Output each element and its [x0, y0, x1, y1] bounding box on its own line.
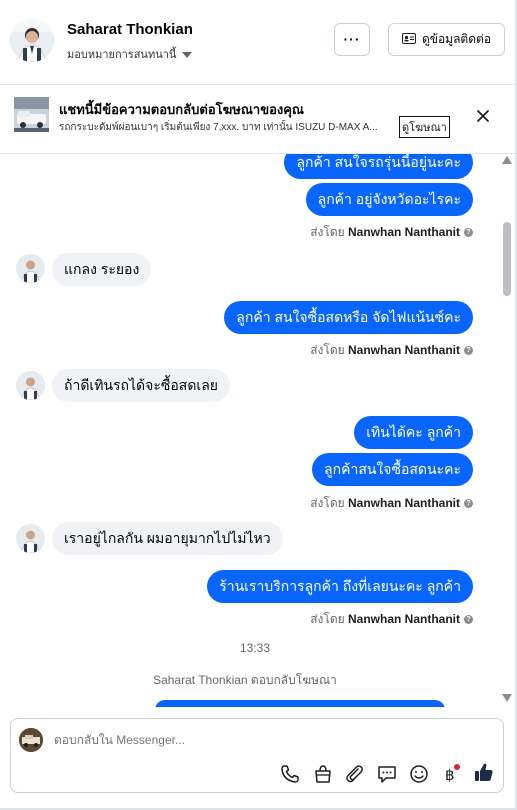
message-bubble[interactable]: ร้านเราบริการลูกค้า ถึงที่เลยนะคะ ลูกค้า	[207, 570, 473, 603]
sent-by-agent: Nanwhan Nanthanit	[347, 343, 460, 357]
scroll-up-arrow[interactable]	[502, 156, 512, 164]
sent-by-label: ส่งโดย Nanwhan Nanthanit?	[310, 610, 473, 629]
message-bubble[interactable]: ถ้าดีเทินรถได้จะซื้อสดเลย	[52, 369, 230, 402]
sent-by-prefix: ส่งโดย	[310, 612, 345, 626]
attachment-icon[interactable]	[343, 763, 365, 785]
sent-by-agent: Nanwhan Nanthanit	[347, 496, 460, 510]
chat-header: Saharat Thonkian มอบหมายการสนทนานี้ ··· …	[0, 0, 515, 85]
sent-by-prefix: ส่งโดย	[310, 496, 345, 510]
contact-avatar-small	[16, 524, 45, 553]
info-icon[interactable]: ?	[464, 346, 473, 356]
message-bubble-partial[interactable]	[155, 700, 445, 707]
sent-by-agent: Nanwhan Nanthanit	[347, 225, 460, 239]
ad-banner-title: แชทนี้มีข้อความตอบกลับต่อโฆษณาของคุณ	[59, 102, 304, 117]
message-thread[interactable]: ลูกค้า สนใจรถรุ่นนี้อยู่นะคะ ลูกค้า อยู่…	[0, 154, 500, 707]
view-ad-link[interactable]: ดูโฆษณา	[399, 116, 450, 138]
page-avatar	[19, 728, 43, 752]
reply-input[interactable]	[54, 733, 354, 747]
svg-text:฿: ฿	[445, 766, 455, 784]
contact-avatar[interactable]	[10, 18, 54, 62]
message-composer: ฿	[10, 718, 504, 793]
scrollbar-thumb[interactable]	[503, 222, 511, 296]
info-icon[interactable]: ?	[464, 228, 473, 238]
close-icon[interactable]	[474, 107, 492, 125]
message-bubble[interactable]: แกลง ระยอง	[52, 253, 152, 286]
more-options-button[interactable]: ···	[334, 23, 370, 56]
saved-replies-icon[interactable]	[376, 763, 398, 785]
view-contact-label: ดูข้อมูลติดต่อ	[421, 32, 492, 46]
view-contact-button[interactable]: ดูข้อมูลติดต่อ	[388, 23, 505, 56]
contact-card-icon	[401, 32, 416, 47]
message-bubble[interactable]: เราอยู่ไกลกัน ผมอายุมากไปไม่ไหว	[52, 522, 283, 555]
phone-icon[interactable]	[279, 763, 301, 785]
caret-down-icon	[182, 52, 193, 59]
chat-window: Saharat Thonkian มอบหมายการสนทนานี้ ··· …	[0, 0, 517, 810]
sent-by-prefix: ส่งโดย	[310, 225, 345, 239]
assign-label: มอบหมายการสนทนานี้	[67, 49, 177, 61]
sent-by-prefix: ส่งโดย	[310, 343, 345, 357]
message-bubble[interactable]: ลูกค้า สนใจรถรุ่นนี้อยู่นะคะ	[284, 154, 473, 179]
emoji-icon[interactable]	[408, 763, 430, 785]
contact-avatar-small	[16, 371, 45, 400]
scroll-down-arrow[interactable]	[502, 694, 512, 702]
payment-icon[interactable]: ฿	[439, 763, 461, 785]
sent-by-label: ส่งโดย Nanwhan Nanthanit?	[310, 341, 473, 360]
message-timestamp: 13:33	[239, 641, 271, 655]
contact-avatar-small	[16, 254, 45, 283]
sent-by-label: ส่งโดย Nanwhan Nanthanit?	[310, 494, 473, 513]
like-icon[interactable]	[472, 761, 494, 783]
message-bubble[interactable]: ลูกค้า อยู่จังหวัดอะไรคะ	[305, 183, 473, 216]
sent-by-agent: Nanwhan Nanthanit	[347, 612, 460, 626]
message-bubble[interactable]: ลูกค้า สนใจซื้อสดหรือ จัดไฟแน้นซ์คะ	[224, 301, 473, 334]
contact-name[interactable]: Saharat Thonkian	[67, 21, 193, 38]
info-icon[interactable]: ?	[464, 499, 473, 509]
ad-reply-banner: แชทนี้มีข้อความตอบกลับต่อโฆษณาของคุณ รถก…	[0, 85, 515, 154]
info-icon[interactable]: ?	[464, 615, 473, 625]
sent-by-label: ส่งโดย Nanwhan Nanthanit?	[310, 223, 473, 242]
ad-banner-subtitle: รถกระบะดัมพ์ผ่อนเบาๆ เริ่มต้นเพียง 7,xxx…	[59, 122, 378, 133]
message-bubble[interactable]: ลูกค้าสนใจซื้อสดนะคะ	[312, 453, 473, 486]
ad-thumbnail	[14, 97, 49, 132]
message-bubble[interactable]: เทินได้คะ ลูกค้า	[354, 416, 473, 449]
assign-conversation-dropdown[interactable]: มอบหมายการสนทนานี้	[67, 45, 193, 63]
ad-reply-note: Saharat Thonkian ตอบกลับโฆษณา	[153, 673, 337, 687]
shopping-bag-icon[interactable]	[312, 763, 334, 785]
